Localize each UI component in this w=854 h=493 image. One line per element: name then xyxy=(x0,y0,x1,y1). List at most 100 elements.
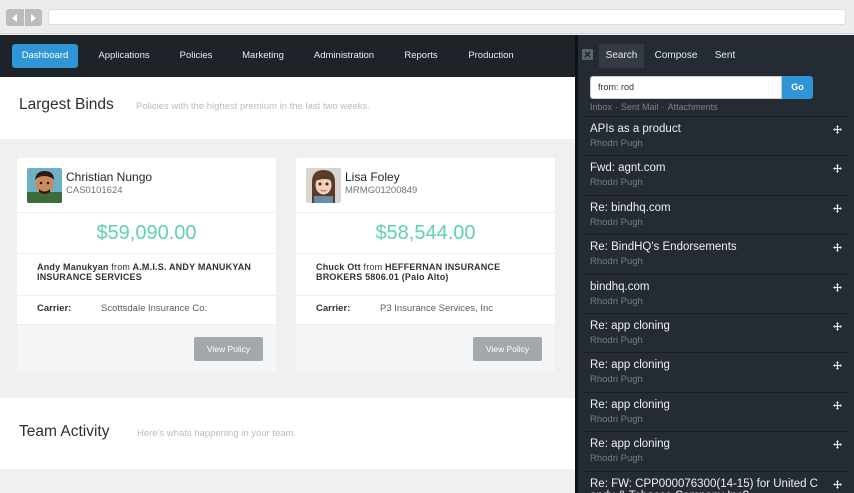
nav-administration[interactable]: Administration xyxy=(304,44,384,68)
mail-list: APIs as a product Rhodri Pugh Fwd: agnt.… xyxy=(582,116,850,493)
bind-card-header: Christian Nungo CAS0101624 xyxy=(17,158,276,213)
close-icon xyxy=(584,51,591,58)
mail-sender: Rhodri Pugh xyxy=(590,374,643,386)
view-policy-button[interactable]: View Policy xyxy=(473,337,542,361)
agent-name: Chuck Ott xyxy=(316,262,361,272)
browser-nav-buttons xyxy=(6,9,42,26)
move-icon[interactable] xyxy=(833,321,842,331)
mail-subject: Re: FW: CPP000076300(14-15) for United C… xyxy=(590,477,818,493)
mail-sender: Rhodri Pugh xyxy=(590,453,643,465)
mail-item[interactable]: Re: app cloning Rhodri Pugh xyxy=(582,431,850,470)
nav-reports[interactable]: Reports xyxy=(396,44,446,68)
team-activity-title: Team Activity xyxy=(19,423,110,440)
mail-sender: Rhodri Pugh xyxy=(590,177,643,189)
mail-folders: Inbox · Sent Mail · Attachments xyxy=(590,102,718,112)
nav-dashboard[interactable]: Dashboard xyxy=(12,44,78,68)
mail-subject: Fwd: agnt.com xyxy=(590,162,666,175)
mail-subject: Re: app cloning xyxy=(590,359,670,372)
largest-binds-header: Largest Binds Policies with the highest … xyxy=(0,77,575,139)
close-panel-button[interactable] xyxy=(582,49,593,60)
bind-card-footer: View Policy xyxy=(17,324,276,373)
mail-item[interactable]: Re: app cloning Rhodri Pugh xyxy=(582,352,850,391)
mail-subject: Re: BindHQ's Endorsements xyxy=(590,241,737,254)
carrier-label: Carrier: xyxy=(316,303,351,314)
nav-policies[interactable]: Policies xyxy=(170,44,222,68)
address-bar[interactable] xyxy=(48,9,846,25)
mail-item[interactable]: bindhq.com Rhodri Pugh xyxy=(582,273,850,313)
policy-code: CAS0101624 xyxy=(66,185,123,196)
browser-toolbar xyxy=(0,0,854,34)
nav-marketing[interactable]: Marketing xyxy=(232,44,294,68)
mail-sender: Rhodri Pugh xyxy=(590,138,643,149)
mail-subject: Re: app cloning xyxy=(590,319,670,332)
premium-amount: $58,544.00 xyxy=(296,213,555,254)
from-label: from xyxy=(111,262,131,272)
largest-binds-title: Largest Binds xyxy=(19,96,114,113)
mail-item[interactable]: Re: BindHQ's Endorsements Rhodri Pugh xyxy=(582,234,850,273)
move-icon[interactable] xyxy=(833,203,842,213)
team-activity-subtitle: Here's whats happening in your team. xyxy=(137,428,297,439)
bind-card: Lisa Foley MRMG01200849 $58,544.00 Chuck… xyxy=(296,158,555,373)
folder-separator: · xyxy=(661,102,665,112)
carrier-value: Scottsdale Insurance Co. xyxy=(101,303,208,314)
back-button[interactable] xyxy=(6,9,24,26)
mail-sender: Rhodri Pugh xyxy=(590,256,643,268)
move-icon[interactable] xyxy=(833,400,842,410)
largest-binds-subtitle: Policies with the highest premium in the… xyxy=(136,101,370,112)
avatar xyxy=(27,168,62,203)
mail-sender: Rhodri Pugh xyxy=(590,216,643,228)
carrier-label: Carrier: xyxy=(37,303,72,314)
move-icon[interactable] xyxy=(833,479,842,489)
policy-code: MRMG01200849 xyxy=(345,185,418,196)
forward-button[interactable] xyxy=(24,9,42,26)
tab-search[interactable]: Search xyxy=(599,44,644,68)
mail-subject: Re: app cloning xyxy=(590,438,670,451)
nav-applications[interactable]: Applications xyxy=(89,44,159,68)
agent-info: Chuck Ott from HEFFERNAN INSURANCE BROKE… xyxy=(316,262,536,282)
mail-item[interactable]: Re: app cloning Rhodri Pugh xyxy=(582,391,850,431)
agent-name: Andy Manukyan xyxy=(37,262,109,272)
back-arrow-icon xyxy=(11,13,17,22)
mail-search-input[interactable]: from: rod xyxy=(590,76,782,99)
mail-subject: Re: app cloning xyxy=(590,398,670,411)
mail-sender: Rhodri Pugh xyxy=(590,413,643,425)
tab-compose[interactable]: Compose xyxy=(649,44,703,68)
dashboard-main: Largest Binds Policies with the highest … xyxy=(0,77,575,493)
main-nav: Dashboard Applications Policies Marketin… xyxy=(0,35,575,77)
email-tabs: Search Compose Sent xyxy=(578,35,854,68)
mail-subject: APIs as a product xyxy=(590,123,681,135)
folder-sent-mail[interactable]: Sent Mail xyxy=(621,102,659,112)
mail-item[interactable]: APIs as a product Rhodri Pugh xyxy=(582,116,850,155)
mail-subject: Re: bindhq.com xyxy=(590,201,671,214)
from-label: from xyxy=(363,262,383,272)
email-panel: Search Compose Sent from: rod Go Inbox · S… xyxy=(578,35,854,493)
mail-item[interactable]: Re: FW: CPP000076300(14-15) for United C… xyxy=(582,470,850,493)
mail-subject: bindhq.com xyxy=(590,280,650,293)
bind-card: Christian Nungo CAS0101624 $59,090.00 An… xyxy=(17,158,276,373)
client-name: Christian Nungo xyxy=(66,170,153,184)
move-icon[interactable] xyxy=(833,125,842,134)
move-icon[interactable] xyxy=(833,361,842,371)
folder-inbox[interactable]: Inbox xyxy=(590,102,612,112)
premium-amount: $59,090.00 xyxy=(17,213,276,254)
move-icon[interactable] xyxy=(833,282,842,292)
mail-sender: Rhodri Pugh xyxy=(590,295,643,307)
carrier-value: P3 Insurance Services, Inc xyxy=(380,303,493,314)
agent-info: Andy Manukyan from A.M.I.S. ANDY MANUKYA… xyxy=(37,262,257,282)
search-go-button[interactable]: Go xyxy=(782,76,813,99)
view-policy-button[interactable]: View Policy xyxy=(194,337,263,361)
mail-item[interactable]: Re: bindhq.com Rhodri Pugh xyxy=(582,194,850,234)
bind-card-footer: View Policy xyxy=(296,324,555,373)
mail-item[interactable]: Fwd: agnt.com Rhodri Pugh xyxy=(582,155,850,194)
folder-separator: · xyxy=(615,102,619,112)
avatar xyxy=(306,168,341,203)
team-activity-header: Team Activity Here's whats happening in … xyxy=(0,398,575,469)
move-icon[interactable] xyxy=(833,164,842,174)
folder-attachments[interactable]: Attachments xyxy=(668,102,718,112)
move-icon[interactable] xyxy=(833,440,842,450)
tab-sent[interactable]: Sent xyxy=(709,44,741,68)
nav-production[interactable]: Production xyxy=(458,44,524,68)
mail-item[interactable]: Re: app cloning Rhodri Pugh xyxy=(582,312,850,352)
move-icon[interactable] xyxy=(833,243,842,253)
mail-sender: Rhodri Pugh xyxy=(590,334,643,346)
